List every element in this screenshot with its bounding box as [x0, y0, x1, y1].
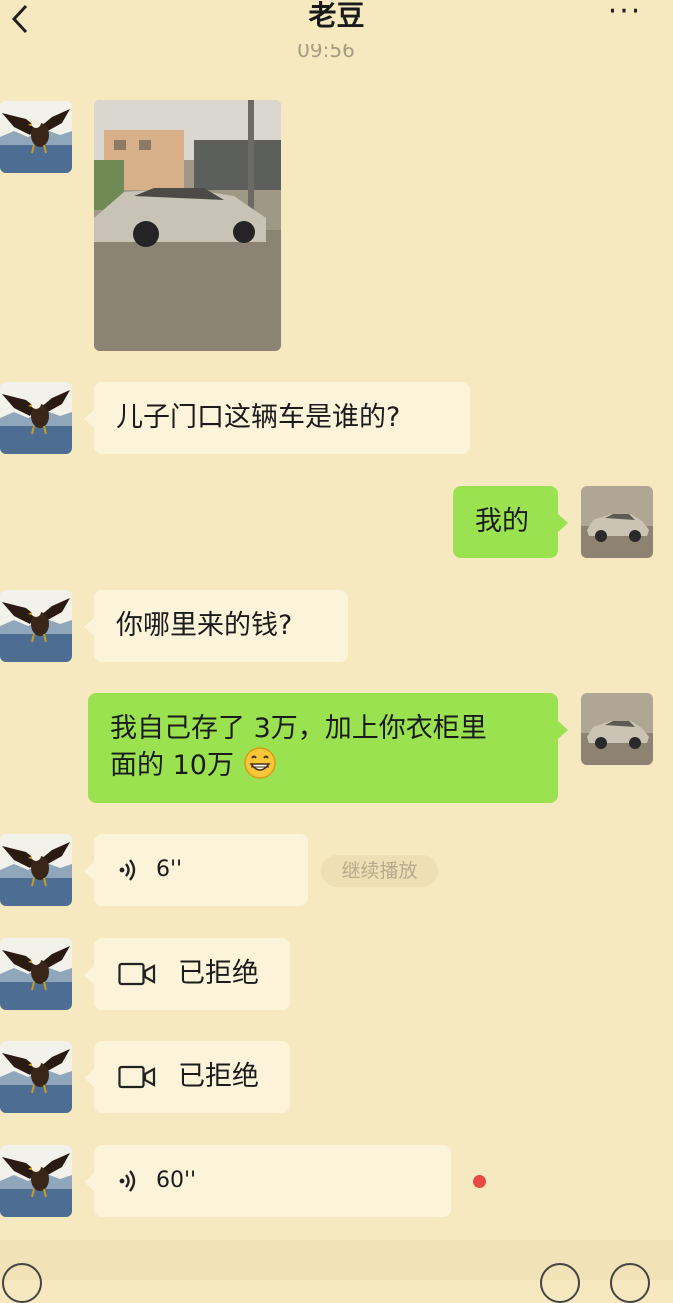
contact-avatar[interactable] [0, 834, 72, 906]
outgoing-text-message[interactable]: 我的 [453, 486, 568, 558]
incoming-text-message[interactable]: 你哪里来的钱? [84, 590, 348, 662]
video-call-record[interactable]: 已拒绝 [84, 938, 290, 1010]
voice-duration: 60'' [156, 1168, 197, 1193]
voice-message[interactable]: 6'' [84, 834, 308, 906]
car-photo [94, 100, 281, 351]
message-text: 你哪里来的钱? [116, 610, 293, 641]
video-call-record[interactable]: 已拒绝 [84, 1041, 290, 1113]
incoming-text-message[interactable]: 儿子门口这辆车是谁的? [84, 382, 470, 454]
video-camera-icon [118, 962, 156, 986]
voice-wave-icon [119, 859, 136, 881]
contact-avatar[interactable] [0, 938, 72, 1010]
plus-icon[interactable] [610, 1263, 650, 1303]
my-avatar[interactable] [581, 693, 653, 765]
voice-input-icon[interactable] [2, 1263, 42, 1303]
contact-avatar[interactable] [0, 382, 72, 454]
image-message[interactable] [94, 100, 281, 351]
continue-playback-button[interactable]: 继续播放 [321, 855, 438, 887]
message-text: 我的 [475, 506, 529, 537]
contact-avatar[interactable] [0, 1041, 72, 1113]
contact-avatar[interactable] [0, 590, 72, 662]
emoji-icon[interactable] [540, 1263, 580, 1303]
grinning-face-emoji [243, 747, 276, 779]
message-timestamp: 09:56 [297, 44, 355, 60]
call-status: 已拒绝 [178, 1061, 259, 1092]
contact-avatar[interactable] [0, 101, 72, 173]
voice-message[interactable]: 60'' [84, 1145, 451, 1217]
voice-wave-icon [119, 1170, 136, 1192]
chat-header: 老豆 ··· [0, 0, 673, 46]
more-options-button[interactable]: ··· [600, 0, 650, 30]
my-avatar[interactable] [581, 486, 653, 558]
message-text-line-2: 面的 10万 [110, 745, 277, 786]
chat-title: 老豆 [308, 0, 365, 32]
message-text-line-1: 我自己存了 3万，加上你衣柜里 [110, 713, 487, 744]
voice-duration: 6'' [156, 857, 183, 882]
contact-avatar[interactable] [0, 1145, 72, 1217]
message-text-line-2-text: 面的 10万 [110, 750, 234, 781]
outgoing-text-message[interactable]: 我自己存了 3万，加上你衣柜里 面的 10万 [88, 693, 568, 803]
unread-dot [473, 1175, 486, 1188]
message-text: 儿子门口这辆车是谁的? [116, 402, 401, 433]
call-status: 已拒绝 [178, 958, 259, 989]
video-camera-icon [118, 1065, 156, 1089]
